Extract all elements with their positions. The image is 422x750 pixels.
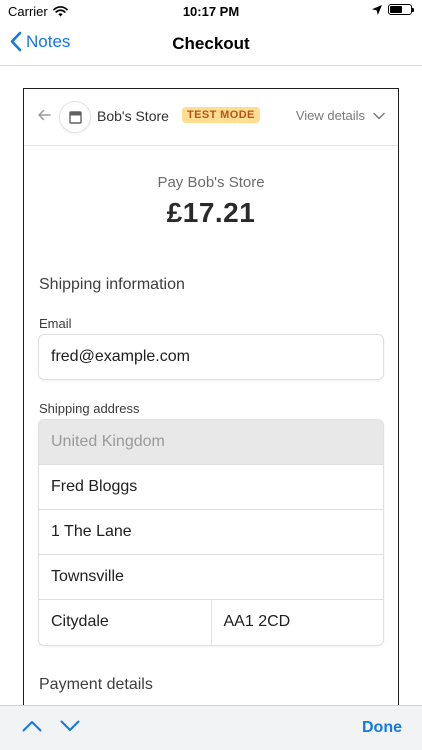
next-field-button[interactable] [60, 719, 80, 737]
battery-tip [412, 8, 414, 12]
status-right [372, 4, 414, 15]
status-time: 10:17 PM [182, 4, 240, 19]
checkout-back-button[interactable] [37, 108, 51, 126]
locality-postcode-row: Citydale AA1 2CD [39, 600, 383, 645]
name-value: Fred Bloggs [51, 478, 138, 495]
location-arrow-icon [372, 4, 382, 15]
previous-field-button[interactable] [22, 719, 42, 737]
name-field[interactable]: Fred Bloggs [39, 465, 383, 510]
pay-title: Pay Bob's Store [157, 174, 265, 191]
pay-amount: £17.21 [166, 197, 256, 228]
view-details-label: View details [295, 108, 365, 123]
test-mode-badge: TEST MODE [182, 107, 260, 123]
back-button[interactable]: Notes [10, 31, 70, 52]
email-label: Email [39, 316, 72, 331]
shipping-address-label: Shipping address [39, 401, 140, 416]
postcode-value: AA1 2CD [223, 613, 291, 630]
locality-value: Citydale [51, 613, 109, 630]
view-details-toggle[interactable]: View details [296, 108, 385, 123]
email-field[interactable]: fred@example.com [38, 334, 384, 380]
arrow-left-icon [38, 109, 51, 121]
shipping-section-title: Shipping information [39, 276, 185, 293]
postcode-field[interactable]: AA1 2CD [210, 600, 384, 645]
store-name: Bob's Store [97, 108, 169, 124]
battery-fill [390, 6, 402, 13]
address-line1-value: 1 The Lane [51, 523, 132, 540]
chevron-left-icon [10, 31, 22, 52]
shipping-address-group: United Kingdom Fred Bloggs 1 The Lane To… [38, 419, 384, 646]
address-line1-field[interactable]: 1 The Lane [39, 510, 383, 555]
keyboard-toolbar: Done [0, 705, 422, 750]
email-value: fred@example.com [51, 348, 190, 365]
payment-section-title: Payment details [39, 676, 153, 693]
locality-field[interactable]: Citydale [39, 600, 211, 645]
city-field[interactable]: Townsville [39, 555, 383, 600]
store-logo [60, 102, 90, 132]
country-select[interactable]: United Kingdom [39, 420, 383, 465]
city-value: Townsville [51, 568, 124, 585]
chevron-up-icon [22, 721, 42, 732]
nav-bar: Notes Checkout [0, 22, 422, 66]
status-bar: Carrier 10:17 PM [0, 0, 422, 22]
sheet-header: Bob's Store TEST MODE View details [24, 89, 398, 146]
chevron-down-icon [60, 720, 80, 731]
chevron-down-icon [373, 112, 385, 119]
checkout-sheet: Bob's Store TEST MODE View details Pay B… [23, 88, 399, 728]
battery-icon [388, 4, 414, 15]
back-button-label: Notes [26, 31, 71, 51]
store-icon [68, 110, 82, 124]
done-button[interactable]: Done [362, 719, 402, 737]
country-value: United Kingdom [51, 433, 165, 450]
